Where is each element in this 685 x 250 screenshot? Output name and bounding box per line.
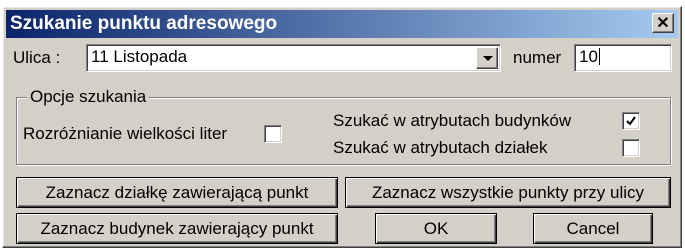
close-icon: ✕ — [656, 15, 670, 32]
number-value: 10 — [579, 47, 598, 66]
text-cursor — [598, 48, 600, 65]
select-building-button[interactable]: Zaznacz budynek zawierający punkt — [16, 213, 338, 244]
close-button[interactable]: ✕ — [652, 13, 674, 33]
address-search-dialog: Szukanie punktu adresowego ✕ Ulica : 11 … — [2, 6, 682, 248]
number-label: numer — [513, 48, 562, 67]
case-sensitive-label: Rozróżnianie wielkości liter — [23, 124, 228, 143]
window-title: Szukanie punktu adresowego — [10, 13, 278, 34]
title-bar[interactable]: Szukanie punktu adresowego ✕ — [6, 10, 678, 38]
search-options-group: Opcje szukania Rozróżnianie wielkości li… — [16, 87, 671, 165]
building-attrs-checkbox[interactable] — [622, 112, 640, 130]
chevron-down-icon[interactable] — [476, 47, 498, 69]
parcel-attrs-checkbox[interactable] — [622, 139, 640, 157]
street-combobox[interactable]: 11 Listopada — [86, 44, 501, 72]
parcel-attrs-label: Szukać w atrybutach działek — [333, 138, 548, 157]
street-label: Ulica : — [13, 48, 61, 67]
checkmark-icon — [626, 116, 636, 126]
number-input[interactable]: 10 — [574, 44, 672, 72]
select-parcel-button[interactable]: Zaznacz działkę zawierającą punkt — [16, 177, 338, 208]
building-attrs-label: Szukać w atrybutach budynków — [333, 111, 572, 130]
cancel-button[interactable]: Cancel — [533, 213, 653, 244]
select-all-points-button[interactable]: Zaznacz wszystkie punkty przy ulicy — [345, 177, 671, 208]
street-value: 11 Listopada — [91, 47, 188, 66]
case-sensitive-checkbox[interactable] — [264, 125, 282, 143]
ok-button[interactable]: OK — [375, 213, 497, 244]
search-options-legend: Opcje szukania — [27, 87, 150, 107]
